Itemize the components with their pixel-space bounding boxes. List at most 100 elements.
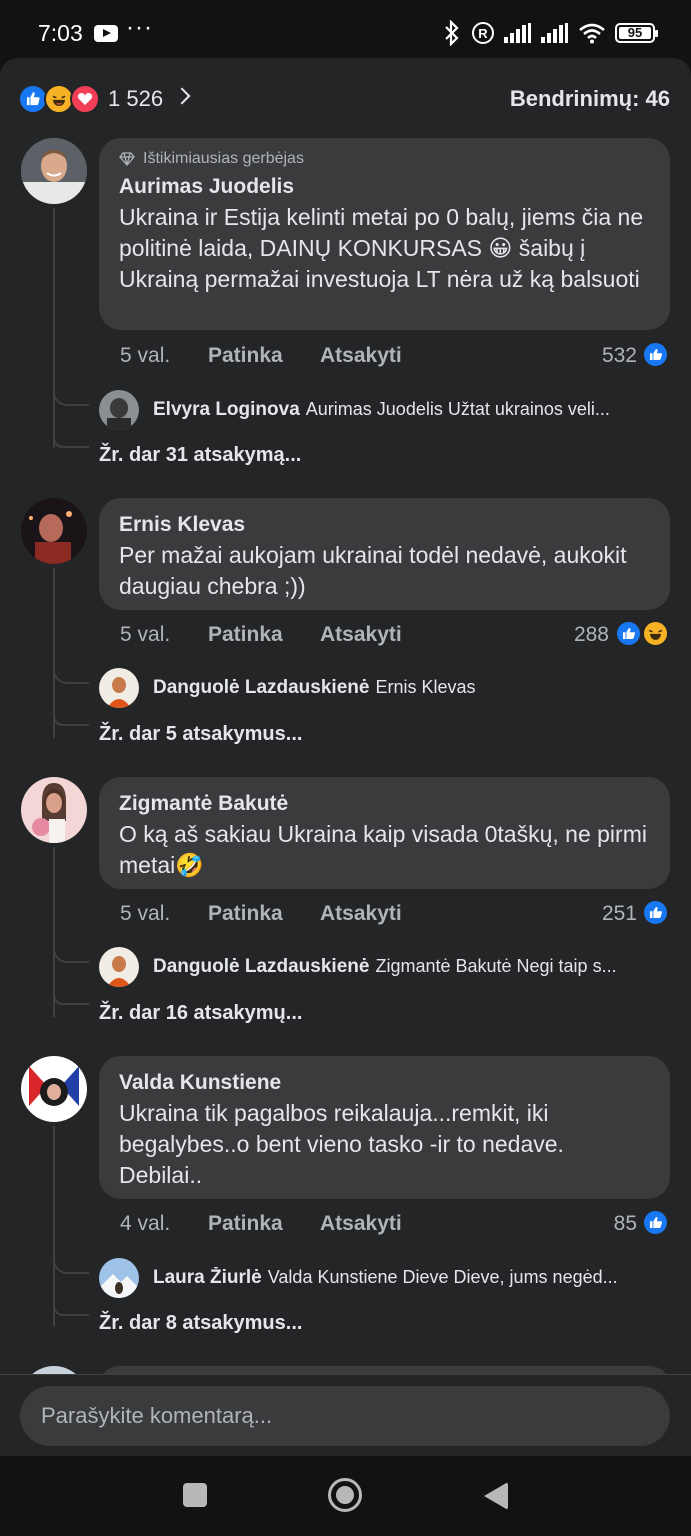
reaction-icons[interactable]: [18, 84, 104, 114]
comment-actions: 5 val. Patinka Atsakyti: [120, 902, 402, 926]
reaction-count[interactable]: 85: [614, 1212, 637, 1236]
comments-list[interactable]: Ištikimiausias gerbėjas Aurimas Juodelis…: [0, 138, 691, 1432]
comment-time[interactable]: 5 val.: [120, 623, 208, 647]
avatar[interactable]: [21, 138, 87, 204]
back-icon[interactable]: [484, 1482, 508, 1510]
reply-connector: [53, 1306, 89, 1316]
reaction-count[interactable]: 1 526: [108, 86, 163, 112]
comment-author[interactable]: Ernis Klevas: [119, 510, 650, 540]
signal-icon: [504, 23, 531, 43]
comments-sheet: 1 526 Bendrinimų: 46 Ištikimiausias gerb…: [0, 58, 691, 1456]
youtube-icon: [94, 25, 118, 42]
reply-text: Laura Žiurlė Valda Kunstiene Dieve Dieve,…: [153, 1267, 679, 1289]
reply-connector: [53, 390, 89, 406]
reply-author[interactable]: Danguolė Lazdauskienė: [153, 677, 369, 698]
avatar[interactable]: [21, 777, 87, 843]
battery-level: 95: [627, 25, 643, 40]
home-icon[interactable]: [328, 1478, 362, 1512]
view-more-replies[interactable]: Žr. dar 16 atsakymų...: [99, 1002, 302, 1025]
reply-body: Ernis Klevas: [375, 677, 476, 697]
comment-author[interactable]: Valda Kunstiene: [119, 1068, 650, 1098]
reactions-bar[interactable]: 1 526 Bendrinimų: 46: [0, 58, 691, 138]
badge-label: Ištikimiausias gerbėjas: [143, 150, 304, 167]
reply-preview[interactable]: Danguolė Lazdauskienė Ernis Klevas: [99, 668, 679, 708]
thread-line: [53, 568, 55, 738]
avatar[interactable]: [99, 1258, 139, 1298]
recents-icon[interactable]: [183, 1483, 207, 1507]
comment-actions: 5 val. Patinka Atsakyti: [120, 623, 402, 647]
like-button[interactable]: Patinka: [208, 902, 320, 926]
reply-text: Danguolė Lazdauskienė Zigmantė Bakutė Neg…: [153, 956, 679, 978]
view-more-replies[interactable]: Žr. dar 5 atsakymus...: [99, 723, 302, 746]
battery-icon: 95: [615, 23, 658, 43]
system-nav-bar: [0, 1456, 691, 1536]
like-button[interactable]: Patinka: [208, 344, 320, 368]
thread-line: [53, 1126, 55, 1326]
comment-bubble[interactable]: Ištikimiausias gerbėjas Aurimas Juodelis…: [99, 138, 670, 330]
avatar[interactable]: [21, 1056, 87, 1122]
reply-preview[interactable]: Elvyra Loginova Aurimas Juodelis Užtat uk…: [99, 390, 679, 430]
comment-author[interactable]: Aurimas Juodelis: [119, 172, 650, 202]
reply-connector: [53, 716, 89, 726]
reply-body: Aurimas Juodelis Užtat ukrainos veli...: [305, 399, 610, 419]
like-reaction-icon: [642, 341, 669, 368]
comment-actions: 4 val. Patinka Atsakyti: [120, 1212, 402, 1236]
avatar[interactable]: [99, 947, 139, 987]
comment-time[interactable]: 5 val.: [120, 902, 208, 926]
comment-text: Per mažai aukojam ukrainai todėl nedavė,…: [119, 542, 627, 599]
reply-button[interactable]: Atsakyti: [320, 1212, 402, 1236]
registered-icon: R: [472, 22, 494, 44]
reply-button[interactable]: Atsakyti: [320, 623, 402, 647]
comment-text: Ukraina tik pagalbos reikalauja...remkit…: [119, 1100, 564, 1188]
svg-text:R: R: [478, 26, 488, 41]
reply-preview[interactable]: Danguolė Lazdauskienė Zigmantė Bakutė Neg…: [99, 947, 679, 987]
reaction-count[interactable]: 532: [602, 344, 637, 368]
comment-bubble[interactable]: Ernis Klevas Per mažai aukojam ukrainai …: [99, 498, 670, 610]
reply-connector: [53, 668, 89, 684]
love-reaction-icon: [70, 84, 100, 114]
reply-author[interactable]: Danguolė Lazdauskienė: [153, 956, 369, 977]
reply-text: Danguolė Lazdauskienė Ernis Klevas: [153, 677, 679, 699]
avatar[interactable]: [21, 498, 87, 564]
reply-preview[interactable]: Laura Žiurlė Valda Kunstiene Dieve Dieve,…: [99, 1258, 679, 1298]
comment-input[interactable]: Parašykite komentarą...: [20, 1386, 670, 1446]
reply-body: Valda Kunstiene Dieve Dieve, jums negėd.…: [267, 1267, 618, 1287]
like-reaction-icon: [642, 899, 669, 926]
more-dots-icon: ···: [126, 14, 153, 41]
reply-author[interactable]: Elvyra Loginova: [153, 399, 300, 420]
status-bar: 7:03 ··· R 95: [0, 0, 691, 62]
reply-connector: [53, 947, 89, 963]
comment-actions: 5 val. Patinka Atsakyti: [120, 344, 402, 368]
thread-line: [53, 847, 55, 1017]
bluetooth-icon: [445, 20, 459, 46]
avatar[interactable]: [99, 390, 139, 430]
reply-author[interactable]: Laura Žiurlė: [153, 1267, 262, 1288]
reaction-count[interactable]: 251: [602, 902, 637, 926]
diamond-icon: [119, 152, 135, 166]
comment-composer: Parašykite komentarą...: [0, 1374, 691, 1456]
comment-bubble[interactable]: Valda Kunstiene Ukraina tik pagalbos rei…: [99, 1056, 670, 1199]
status-time: 7:03: [38, 20, 83, 46]
comment-author[interactable]: Zigmantė Bakutė: [119, 789, 650, 819]
comment-text: O ką aš sakiau Ukraina kaip visada 0tašk…: [119, 821, 647, 878]
wifi-icon: [579, 23, 605, 44]
reply-connector: [53, 438, 89, 448]
like-button[interactable]: Patinka: [208, 623, 320, 647]
reply-connector: [53, 1258, 89, 1274]
like-button[interactable]: Patinka: [208, 1212, 320, 1236]
comment-time[interactable]: 5 val.: [120, 344, 208, 368]
shares-count[interactable]: Bendrinimų: 46: [510, 86, 670, 112]
reply-text: Elvyra Loginova Aurimas Juodelis Užtat uk…: [153, 399, 679, 421]
reaction-count[interactable]: 288: [574, 623, 609, 647]
view-more-replies[interactable]: Žr. dar 8 atsakymus...: [99, 1312, 302, 1335]
comment-time[interactable]: 4 val.: [120, 1212, 208, 1236]
view-more-replies[interactable]: Žr. dar 31 atsakymą...: [99, 444, 301, 467]
top-fan-badge: Ištikimiausias gerbėjas: [119, 150, 650, 168]
reply-button[interactable]: Atsakyti: [320, 344, 402, 368]
comment-bubble[interactable]: Zigmantė Bakutė O ką aš sakiau Ukraina k…: [99, 777, 670, 889]
chevron-right-icon[interactable]: [173, 87, 191, 105]
comment-text: Ukraina ir Estija kelinti metai po 0 bal…: [119, 204, 644, 292]
avatar[interactable]: [99, 668, 139, 708]
reply-body: Zigmantė Bakutė Negi taip s...: [375, 956, 617, 976]
reply-button[interactable]: Atsakyti: [320, 902, 402, 926]
